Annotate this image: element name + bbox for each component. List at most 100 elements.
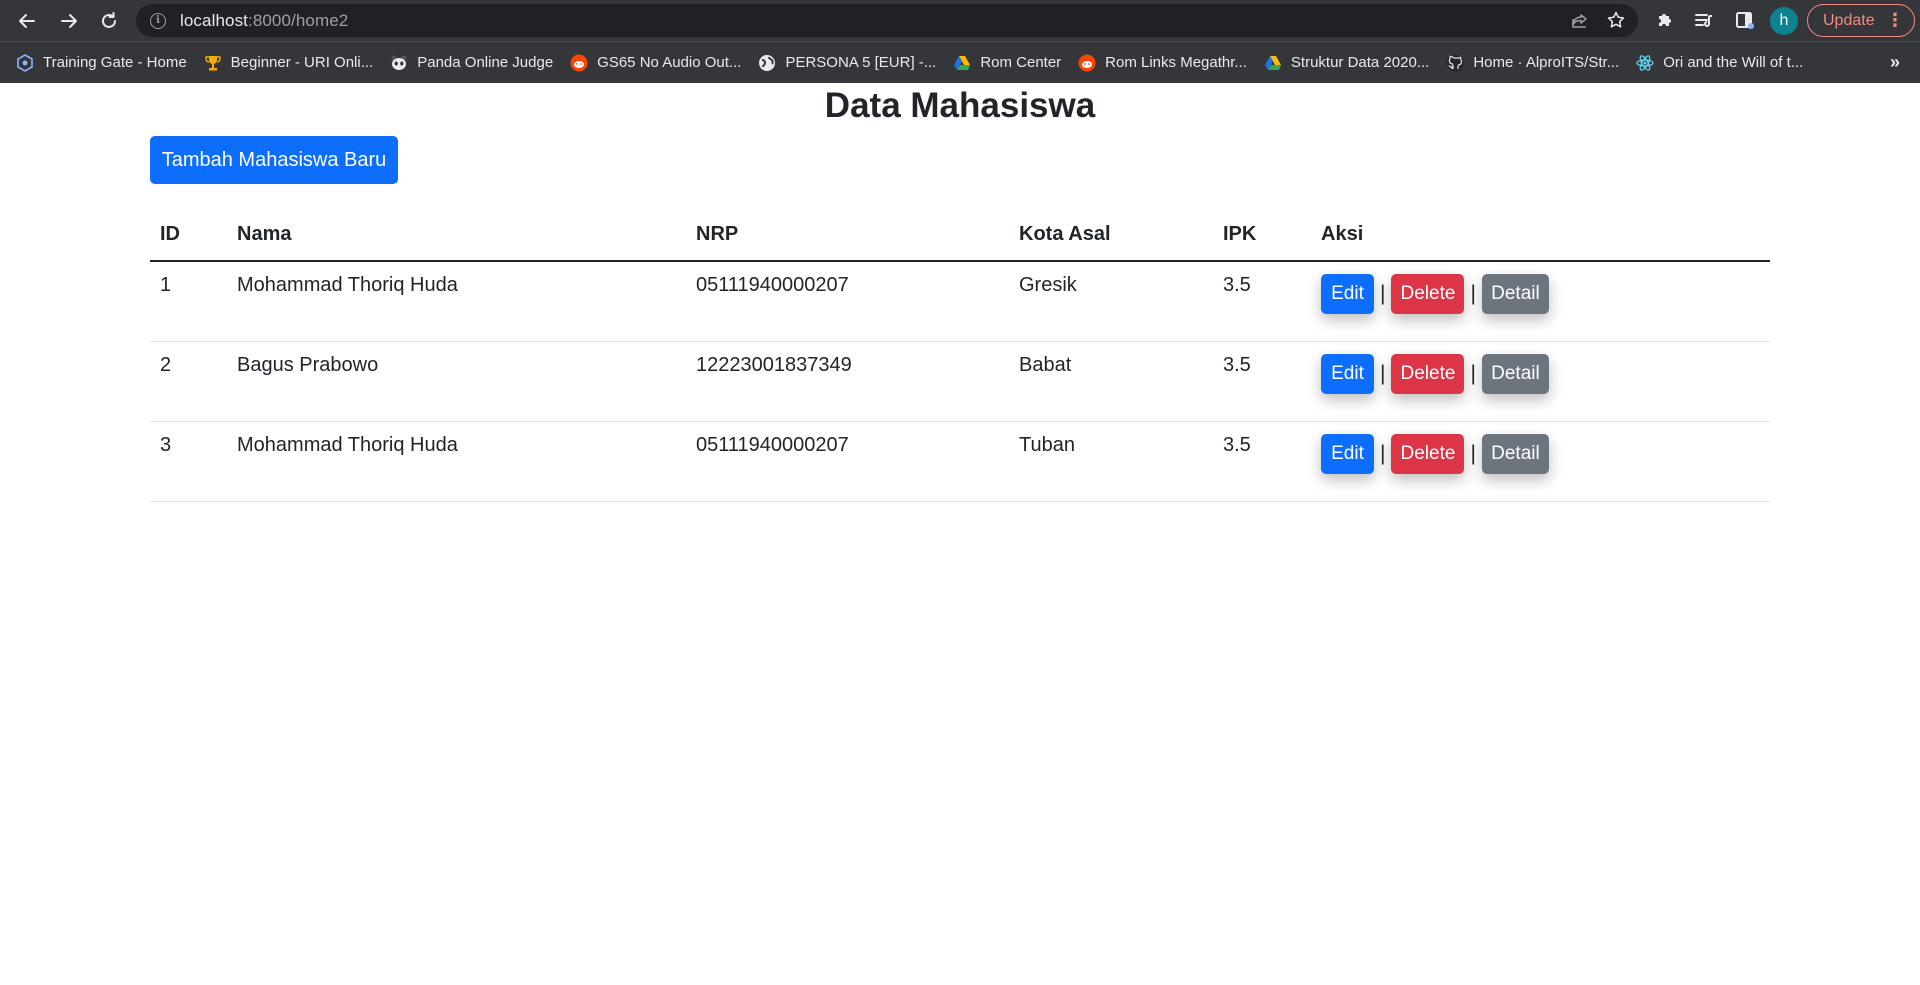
page-title: Data Mahasiswa (824, 86, 1096, 125)
cell-aksi: Edit | Delete | Detail (1311, 341, 1770, 422)
cell-aksi: Edit | Delete | Detail (1311, 421, 1770, 502)
cell-nama-text: Bagus Prabowo (237, 353, 379, 376)
extensions-puzzle-icon[interactable] (1655, 10, 1675, 30)
cell-nrp-text: 12223001837349 (696, 353, 852, 376)
table-body: 1 Mohammad Thoriq Huda 05111940000207 Gresi… (150, 261, 1770, 502)
bookmark-label: Home · AlproITS/Str... (1473, 54, 1620, 71)
action-separator: | (1470, 441, 1476, 465)
cell-id: 1 (150, 261, 227, 342)
bookmark-label: Rom Links Megathr... (1105, 54, 1247, 71)
bookmark-label: Struktur Data 2020... (1290, 54, 1430, 71)
bookmark-item[interactable]: Beginner - URI Onli... (196, 49, 383, 77)
cell-kota-asal-text: Babat (1019, 353, 1072, 376)
table-row: 2 Bagus Prabowo 12223001837349 Babat 3.5 Edit… (150, 341, 1770, 422)
bookmark-label: Panda Online Judge (417, 54, 554, 71)
bookmark-label: Rom Center (980, 54, 1062, 71)
cell-ipk: 3.5 (1213, 261, 1311, 342)
more-bookmarks-icon[interactable]: » (1890, 52, 1900, 73)
bookmarks-bar: Training Gate - Home Beginner - URI Onli.… (0, 41, 1920, 83)
delete-button[interactable]: Delete (1391, 274, 1465, 314)
column-header-id: ID (150, 208, 227, 262)
edit-button[interactable]: Edit (1321, 353, 1374, 394)
back-arrow-icon[interactable] (11, 5, 43, 37)
edit-button[interactable]: Edit (1321, 274, 1374, 314)
share-icon[interactable] (1570, 11, 1590, 31)
bookmark-item[interactable]: Training Gate - Home (8, 49, 196, 77)
update-label: Update (1823, 11, 1875, 29)
cell-nama: Bagus Prabowo (227, 341, 686, 422)
drive-icon (1264, 54, 1282, 72)
panda-icon (390, 54, 408, 72)
detail-button[interactable]: Detail (1481, 274, 1549, 314)
cell-nama-text: Mohammad Thoriq Huda (237, 433, 458, 456)
bookmark-item[interactable]: Rom Links Megathr... (1070, 49, 1256, 77)
cell-ipk-text: 3.5 (1223, 353, 1251, 376)
add-student-button[interactable]: Tambah Mahasiswa Baru (150, 136, 398, 184)
bookmark-item[interactable]: Struktur Data 2020... (1256, 49, 1438, 77)
cell-id: 3 (150, 421, 227, 502)
github-icon (1446, 54, 1464, 72)
bookmark-item[interactable]: PERSONA 5 [EUR] -... (750, 49, 945, 77)
bookmark-label: Training Gate - Home (43, 54, 187, 71)
column-header-nama: Nama (227, 208, 686, 262)
bookmark-star-icon[interactable] (1606, 10, 1626, 30)
action-separator: | (1470, 282, 1476, 305)
cell-nrp: 12223001837349 (686, 341, 1009, 422)
url-path: :8000/home2 (248, 10, 349, 30)
reload-icon[interactable] (93, 5, 125, 37)
site-info-icon[interactable]: i (150, 12, 166, 29)
bookmark-label: PERSONA 5 [EUR] -... (785, 54, 937, 71)
side-panel-icon[interactable] (1734, 10, 1754, 30)
bookmark-item[interactable]: Rom Center (945, 49, 1070, 77)
cell-id: 2 (150, 341, 227, 422)
bookmark-item[interactable]: Home · AlproITS/Str... (1438, 49, 1628, 77)
reddit-icon (570, 54, 588, 72)
student-table-wrapper: ID Nama NRP Kota Asal IPK Aksi 1 Mohammad… (150, 208, 1770, 502)
cell-id-text: 3 (160, 433, 172, 456)
reddit-icon (1078, 54, 1096, 72)
table-header-row: ID Nama NRP Kota Asal IPK Aksi (150, 208, 1770, 262)
bookmark-item[interactable]: Panda Online Judge (382, 49, 562, 77)
row-actions: Edit | Delete | Detail (1321, 433, 1760, 474)
cell-ipk-text: 3.5 (1223, 274, 1251, 296)
delete-button[interactable]: Delete (1391, 353, 1465, 394)
delete-button[interactable]: Delete (1391, 433, 1465, 474)
reading-list-icon[interactable] (1694, 10, 1714, 30)
update-button[interactable]: Update ⋮ (1807, 4, 1915, 37)
column-header-aksi: Aksi (1311, 208, 1770, 262)
react-icon (1636, 54, 1654, 72)
forward-arrow-icon[interactable] (53, 5, 85, 37)
cell-ipk-text: 3.5 (1223, 433, 1251, 456)
cell-nama: Mohammad Thoriq Huda (227, 421, 686, 502)
cell-ipk: 3.5 (1213, 421, 1311, 502)
action-separator: | (1380, 441, 1386, 465)
table-row: 3 Mohammad Thoriq Huda 05111940000207 Tuban… (150, 421, 1770, 502)
cell-kota-asal-text: Tuban (1019, 433, 1075, 456)
cell-ipk: 3.5 (1213, 341, 1311, 422)
column-header-kota-asal: Kota Asal (1009, 208, 1213, 262)
action-separator: | (1380, 282, 1386, 305)
student-table: ID Nama NRP Kota Asal IPK Aksi 1 Mohammad… (150, 208, 1770, 502)
row-actions: Edit | Delete | Detail (1321, 353, 1760, 394)
detail-button[interactable]: Detail (1481, 433, 1549, 474)
detail-button[interactable]: Detail (1481, 353, 1549, 394)
profile-avatar[interactable]: h (1770, 7, 1798, 35)
action-separator: | (1470, 361, 1476, 385)
cell-nrp-text: 05111940000207 (696, 433, 849, 456)
row-actions: Edit | Delete | Detail (1321, 274, 1760, 314)
cell-nrp-text: 05111940000207 (696, 274, 849, 296)
page-content: Data Mahasiswa Tambah Mahasiswa Baru ID … (0, 84, 1920, 985)
cell-nrp: 05111940000207 (686, 421, 1009, 502)
url-text[interactable]: localhost:8000/home2 (180, 11, 348, 31)
more-menu-icon[interactable]: ⋮ (1886, 11, 1904, 29)
bookmark-item[interactable]: Ori and the Will of t... (1628, 49, 1812, 77)
bookmark-label: GS65 No Audio Out... (597, 54, 742, 71)
cell-id-text: 1 (160, 274, 172, 296)
column-header-ipk: IPK (1213, 208, 1311, 262)
edit-button[interactable]: Edit (1321, 433, 1374, 474)
bookmark-item[interactable]: GS65 No Audio Out... (562, 49, 750, 77)
address-bar[interactable]: i localhost:8000/home2 (136, 4, 1638, 37)
url-host: localhost (180, 10, 248, 30)
action-separator: | (1380, 361, 1386, 385)
bookmark-label: Ori and the Will of t... (1663, 54, 1804, 71)
